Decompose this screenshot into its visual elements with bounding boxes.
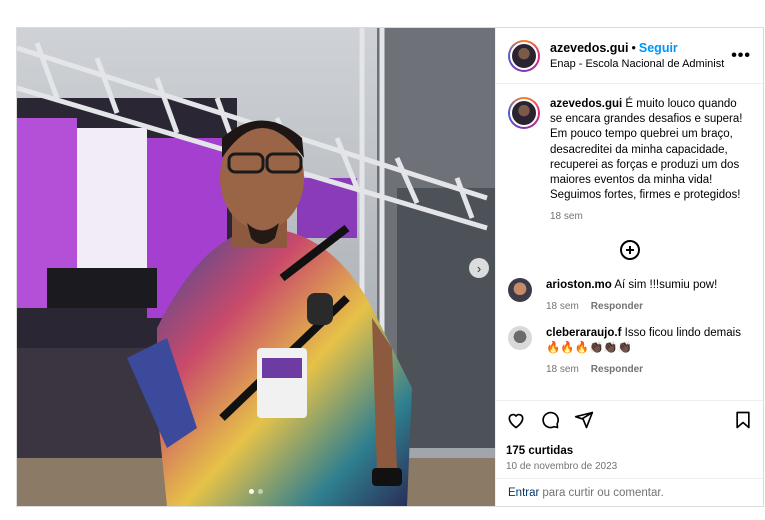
comment-item: cleberaraujo.f Isso ficou lindo demais 🔥… — [508, 326, 751, 375]
separator-dot: • — [631, 41, 636, 55]
caption: azevedos.gui É muito louco quando se enc… — [508, 97, 751, 222]
carousel-dot-active — [249, 489, 254, 494]
share-icon[interactable] — [574, 410, 594, 430]
comment-username[interactable]: arioston.mo — [546, 279, 612, 291]
carousel-dot — [258, 489, 263, 494]
load-more-comments-icon[interactable] — [619, 240, 640, 261]
post-date[interactable]: 10 de novembro de 2023 — [506, 461, 753, 472]
bookmark-icon[interactable] — [733, 410, 753, 430]
action-bar: 175 curtidas 10 de novembro de 2023 — [496, 400, 763, 472]
header-line: azevedos.gui • Seguir — [550, 41, 725, 55]
carousel-indicator — [17, 489, 495, 494]
post-container: › azevedos.gui • Seguir Enap - Escola Naci… — [16, 27, 764, 507]
comment-icon[interactable] — [540, 410, 560, 430]
add-comment-prompt: para curtir ou comentar. — [542, 486, 664, 499]
author-username[interactable]: azevedos.gui — [550, 41, 629, 55]
heart-icon[interactable] — [506, 410, 526, 430]
post-header: azevedos.gui • Seguir Enap - Escola Nacion… — [496, 28, 763, 84]
caption-meta: 18 sem — [550, 211, 751, 222]
follow-button[interactable]: Seguir — [639, 41, 678, 55]
caption-author-avatar[interactable] — [508, 97, 540, 129]
post-photo[interactable]: › — [17, 28, 495, 506]
comment-body: cleberaraujo.f Isso ficou lindo demais 🔥… — [546, 326, 751, 375]
like-count[interactable]: 175 curtidas — [506, 445, 753, 457]
reply-button[interactable]: Responder — [591, 301, 643, 312]
header-text: azevedos.gui • Seguir Enap - Escola Nacion… — [550, 41, 725, 70]
comment-text-wrap: arioston.mo Aí sim !!!sumiu pow! — [546, 278, 717, 293]
reply-button[interactable]: Responder — [591, 364, 643, 375]
post-location[interactable]: Enap - Escola Nacional de Administração — [550, 58, 725, 70]
caption-username[interactable]: azevedos.gui — [550, 98, 622, 110]
caption-text-wrap: azevedos.gui É muito louco quando se enc… — [550, 97, 751, 203]
author-avatar[interactable] — [508, 39, 540, 72]
comment-time: 18 sem — [546, 301, 579, 313]
post-photo-illustration — [17, 28, 495, 506]
caption-time: 18 sem — [550, 211, 583, 223]
comment-meta: 18 sem Responder — [546, 364, 751, 375]
comment-time: 18 sem — [546, 364, 579, 376]
comments-section: azevedos.gui É muito louco quando se enc… — [496, 85, 763, 400]
comment-item: arioston.mo Aí sim !!!sumiu pow! 18 sem R… — [508, 278, 751, 312]
comment-body: arioston.mo Aí sim !!!sumiu pow! 18 sem R… — [546, 278, 717, 312]
comment-text: Aí sim !!!sumiu pow! — [614, 279, 718, 292]
next-photo-button[interactable]: › — [469, 258, 489, 278]
login-link[interactable]: Entrar — [508, 487, 539, 499]
more-options-icon[interactable]: ••• — [731, 47, 751, 65]
commenter-avatar[interactable] — [508, 326, 532, 351]
caption-body: azevedos.gui É muito louco quando se enc… — [540, 97, 751, 222]
caption-text: É muito louco quando se encara grandes d… — [550, 98, 743, 202]
add-comment-bar: Entrar para curtir ou comentar. — [496, 478, 763, 506]
commenter-avatar[interactable] — [508, 278, 532, 303]
comment-text-wrap: cleberaraujo.f Isso ficou lindo demais 🔥… — [546, 326, 751, 356]
comment-meta: 18 sem Responder — [546, 301, 717, 312]
post-sidebar: azevedos.gui • Seguir Enap - Escola Nacion… — [495, 28, 763, 506]
comment-username[interactable]: cleberaraujo.f — [546, 327, 621, 339]
action-icons — [506, 409, 753, 431]
chevron-right-icon: › — [476, 260, 482, 276]
